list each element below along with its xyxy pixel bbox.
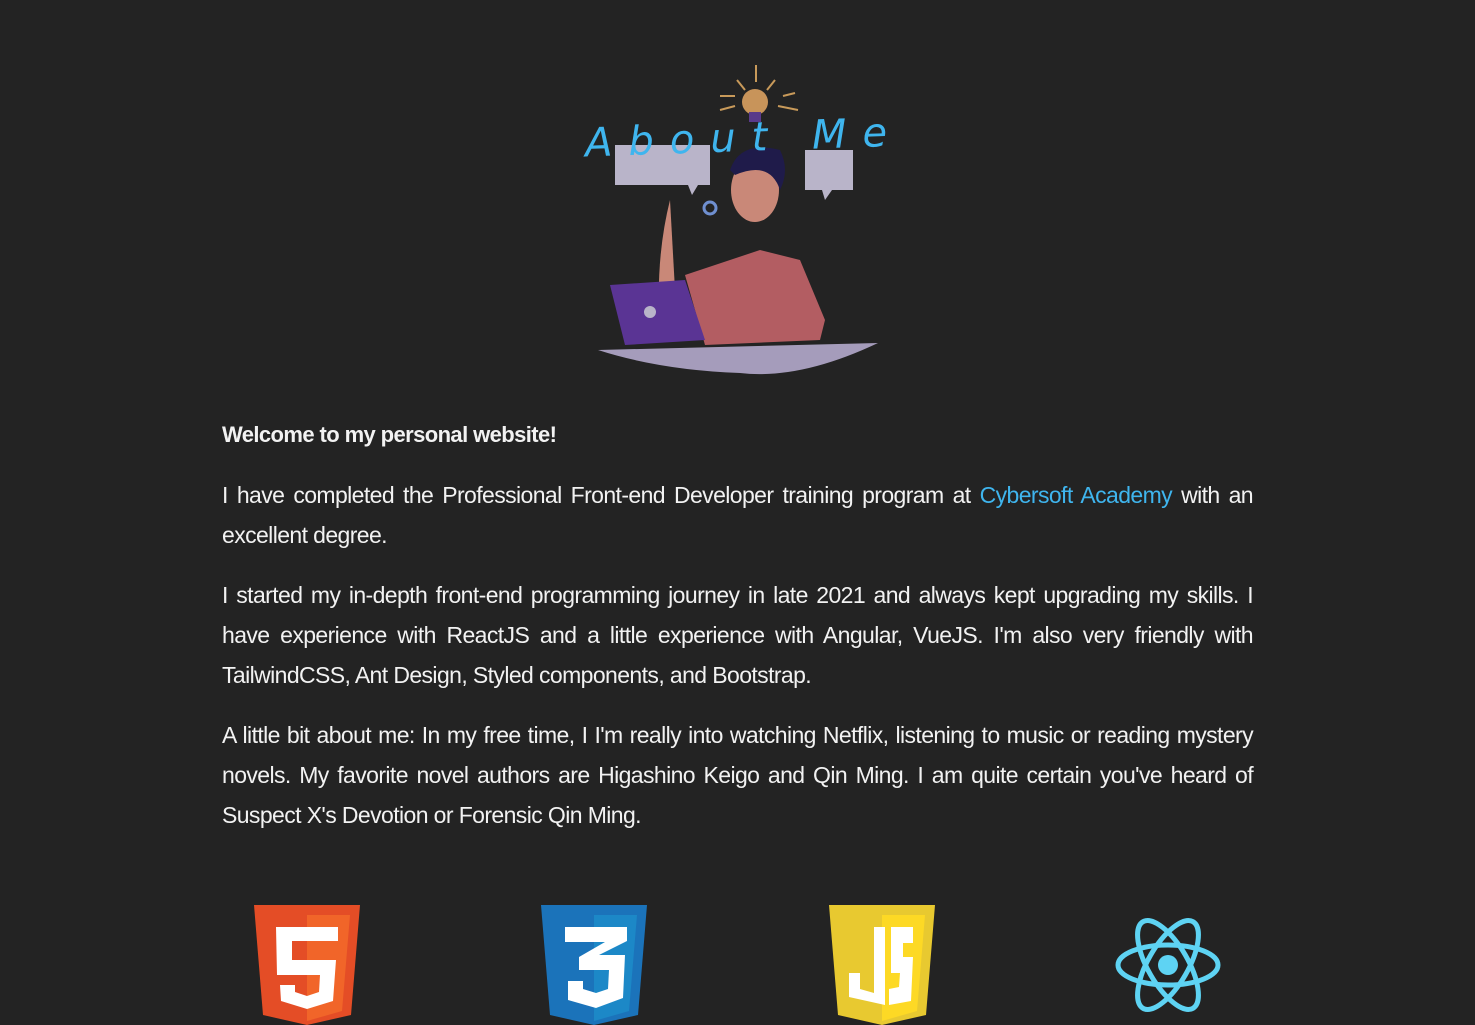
react-icon <box>1115 918 1221 1012</box>
training-text: I have completed the Professional Front-… <box>222 482 980 508</box>
hobbies-paragraph: A little bit about me: In my free time, … <box>222 722 1254 828</box>
welcome-heading: Welcome to my personal website! <box>222 422 557 447</box>
about-me-illustration <box>598 65 878 375</box>
training-paragraph: I have completed the Professional Front-… <box>222 475 1254 555</box>
about-content: Welcome to my personal website! I have c… <box>222 415 1254 855</box>
cybersoft-academy-link[interactable]: Cybersoft Academy <box>980 482 1173 508</box>
journey-paragraph: I started my in-depth front-end programm… <box>222 582 1254 688</box>
javascript-icon <box>829 905 935 1025</box>
css3-icon <box>541 905 647 1025</box>
html5-icon <box>254 905 360 1025</box>
